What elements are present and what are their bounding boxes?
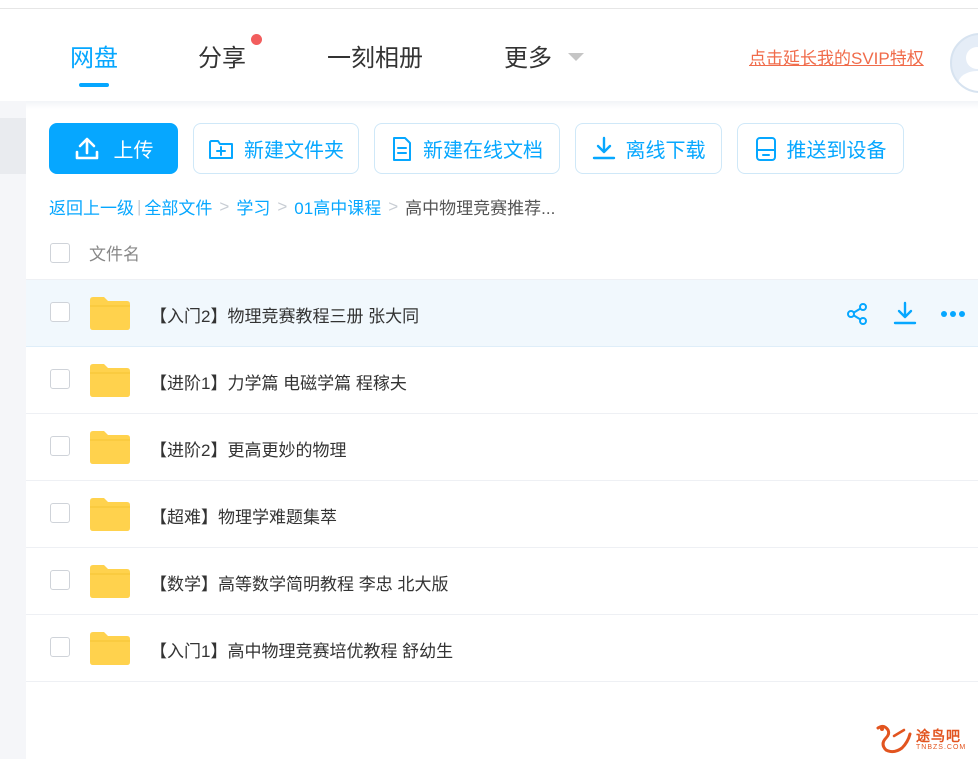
file-name[interactable]: 【进阶2】更高更妙的物理	[150, 436, 346, 461]
new-folder-label: 新建文件夹	[244, 140, 344, 162]
table-row[interactable]: 【数学】高等数学简明教程 李忠 北大版	[26, 548, 978, 615]
folder-icon	[90, 364, 130, 397]
breadcrumb-all-files[interactable]: 全部文件	[144, 194, 212, 219]
new-online-doc-label: 新建在线文档	[423, 140, 543, 162]
column-filename[interactable]: 文件名	[89, 240, 140, 265]
offline-download-button[interactable]: 离线下载	[575, 123, 722, 174]
document-icon	[393, 136, 411, 161]
sidebar	[0, 101, 26, 759]
breadcrumb-study[interactable]: 学习	[236, 194, 270, 219]
folder-icon	[90, 498, 130, 531]
watermark: 途鸟吧 TNBZS.COM	[874, 720, 974, 756]
row-actions	[842, 299, 968, 329]
table-row[interactable]: 【超难】物理学难题集萃	[26, 481, 978, 548]
tab-share[interactable]: 分享	[198, 38, 246, 73]
table-row[interactable]: 【入门2】物理竞赛教程三册 张大同	[26, 280, 978, 347]
folder-icon	[90, 297, 130, 330]
table-row[interactable]: 【进阶1】力学篇 电磁学篇 程稼夫	[26, 347, 978, 414]
file-name[interactable]: 【入门1】高中物理竞赛培优教程 舒幼生	[150, 637, 453, 662]
table-header: 文件名	[26, 228, 978, 280]
table-row[interactable]: 【入门1】高中物理竞赛培优教程 舒幼生	[26, 615, 978, 682]
breadcrumb-separator: >	[219, 196, 230, 216]
new-online-doc-button[interactable]: 新建在线文档	[374, 123, 560, 174]
device-icon	[755, 136, 776, 161]
avatar[interactable]	[950, 33, 978, 93]
share-badge-dot	[251, 34, 262, 45]
breadcrumb-separator: >	[277, 196, 288, 216]
download-icon[interactable]	[890, 299, 920, 329]
row-checkbox[interactable]	[50, 637, 70, 657]
row-checkbox[interactable]	[50, 503, 70, 523]
file-name[interactable]: 【数学】高等数学简明教程 李忠 北大版	[150, 570, 448, 595]
folder-icon	[90, 565, 130, 598]
file-name[interactable]: 【入门2】物理竞赛教程三册 张大同	[150, 302, 419, 327]
tab-more[interactable]: 更多	[504, 38, 552, 73]
row-checkbox[interactable]	[50, 570, 70, 590]
breadcrumb: 返回上一级 | 全部文件 > 学习 > 01高中课程 > 高中物理竞赛推荐...	[49, 194, 555, 219]
svip-renew-link[interactable]: 点击延长我的SVIP特权	[749, 44, 924, 69]
row-checkbox[interactable]	[50, 436, 70, 456]
push-to-device-button[interactable]: 推送到设备	[737, 123, 904, 174]
watermark-text: 途鸟吧	[916, 728, 961, 744]
nav-shadow	[0, 101, 978, 109]
breadcrumb-back[interactable]: 返回上一级	[49, 194, 134, 219]
tab-netdisk[interactable]: 网盘	[70, 38, 118, 73]
breadcrumb-separator: >	[388, 196, 399, 216]
row-checkbox[interactable]	[50, 302, 70, 322]
breadcrumb-divider: |	[137, 196, 142, 216]
folder-icon	[90, 431, 130, 464]
folder-icon	[90, 632, 130, 665]
folder-plus-icon	[209, 139, 233, 159]
sidebar-selected-item[interactable]	[0, 118, 26, 174]
file-name[interactable]: 【进阶1】力学篇 电磁学篇 程稼夫	[150, 369, 407, 394]
top-nav: 网盘 分享 一刻相册 更多 点击延长我的SVIP特权	[0, 9, 978, 101]
table-row[interactable]: 【进阶2】更高更妙的物理	[26, 414, 978, 481]
offline-download-label: 离线下载	[625, 140, 706, 162]
share-icon[interactable]	[842, 299, 872, 329]
watermark-subtext: TNBZS.COM	[916, 744, 967, 751]
new-folder-button[interactable]: 新建文件夹	[193, 123, 359, 174]
upload-button-label: 上传	[113, 140, 154, 162]
row-checkbox[interactable]	[50, 369, 70, 389]
more-icon[interactable]	[938, 299, 968, 329]
active-tab-underline	[79, 83, 109, 87]
download-icon	[592, 136, 615, 159]
breadcrumb-highschool[interactable]: 01高中课程	[294, 194, 381, 219]
avatar-body	[958, 71, 978, 91]
push-to-device-label: 推送到设备	[786, 140, 887, 162]
file-name[interactable]: 【超难】物理学难题集萃	[150, 503, 337, 528]
watermark-logo-icon	[876, 724, 912, 754]
chevron-down-icon[interactable]	[568, 53, 584, 61]
select-all-checkbox[interactable]	[50, 243, 70, 263]
upload-icon	[75, 137, 98, 159]
tab-album[interactable]: 一刻相册	[327, 38, 423, 73]
breadcrumb-current: 高中物理竞赛推荐...	[405, 199, 556, 218]
avatar-head	[966, 47, 978, 69]
upload-button[interactable]: 上传	[49, 123, 178, 174]
